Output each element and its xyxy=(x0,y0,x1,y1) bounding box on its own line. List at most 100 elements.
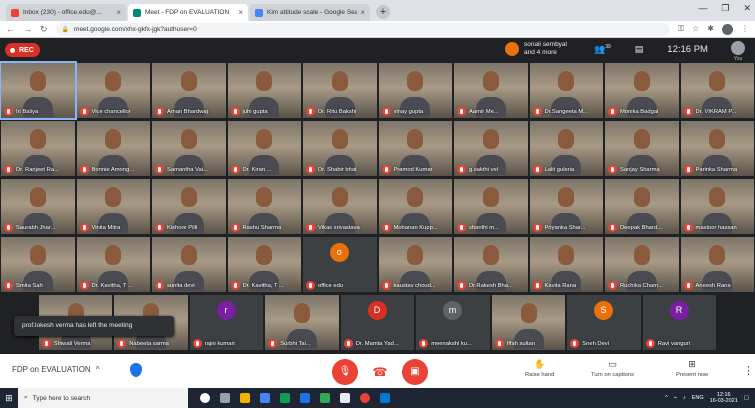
store-icon[interactable] xyxy=(260,393,270,403)
participant-tile[interactable]: Pramod Kumar xyxy=(378,121,452,176)
close-icon[interactable]: × xyxy=(238,8,243,17)
participant-tile[interactable]: Dr. Kiran ... xyxy=(227,121,301,176)
forward-icon[interactable]: → xyxy=(23,24,32,34)
windows-start-icon[interactable]: ⊞ xyxy=(0,393,18,404)
participant-tile[interactable]: sunita devi xyxy=(152,237,226,292)
participant-tile[interactable]: Sanjay Sharma xyxy=(605,121,679,176)
participant-tile[interactable]: Dr.Sangeeta M... xyxy=(529,63,603,118)
participant-tile[interactable]: Ruchika Cham... xyxy=(605,237,679,292)
menu-icon[interactable]: ⋮ xyxy=(741,24,749,35)
participant-tile[interactable]: Priyanka Shar... xyxy=(529,179,603,234)
profile-avatar[interactable] xyxy=(722,23,733,35)
app-icon[interactable] xyxy=(340,393,350,403)
file-explorer-icon[interactable] xyxy=(240,393,250,403)
participant-tile[interactable]: Deepak Bhard... xyxy=(605,179,679,234)
participant-tile[interactable]: Bonnie Among... xyxy=(76,121,150,176)
participant-tile[interactable]: Aamir Me... xyxy=(454,63,528,118)
participant-tile[interactable]: Monika Badgal xyxy=(605,63,679,118)
participant-tile[interactable]: D Dr. Mamta Yad... xyxy=(340,295,415,350)
chat-icon[interactable]: ▤ xyxy=(635,44,644,55)
participant-tile[interactable]: Kavita Rana xyxy=(529,237,603,292)
back-icon[interactable]: ← xyxy=(6,24,15,34)
participant-tile[interactable]: Vikas srivastava xyxy=(303,179,377,234)
participant-tile[interactable]: Dr. VIKRAM P... xyxy=(680,63,754,118)
participant-video-head xyxy=(709,128,726,149)
participant-tile[interactable]: r rajni kumari xyxy=(189,295,264,350)
participant-tile[interactable]: Saurabh Jhar... xyxy=(1,179,75,234)
more-options-icon[interactable]: ⋮ xyxy=(743,364,754,377)
captions-button[interactable]: ▭ Turn on captions xyxy=(591,359,634,378)
mic-off-button[interactable]: 🎙 xyxy=(332,359,358,385)
reload-icon[interactable]: ↻ xyxy=(40,24,48,35)
participant-tile[interactable]: mastoor hassan xyxy=(680,179,754,234)
chevron-up-icon[interactable]: ^ xyxy=(665,395,668,401)
participant-tile[interactable]: kaustav choud... xyxy=(378,237,452,292)
participant-tile[interactable]: Vinita Mitra xyxy=(76,179,150,234)
participant-tile[interactable]: Dr. Kavitha, T ... xyxy=(227,237,301,292)
participant-tile[interactable]: Iffah sultan xyxy=(491,295,566,350)
chrome-icon[interactable] xyxy=(360,393,370,403)
taskbar-search[interactable]: ⌕ Type here to search xyxy=(18,388,188,408)
participant-tile[interactable]: Dr.Rakesh Bha... xyxy=(454,237,528,292)
network-icon[interactable]: ⌁ xyxy=(674,395,677,401)
close-window-icon[interactable]: ✕ xyxy=(743,3,751,14)
tab-google-search[interactable]: Kim attitude scale - Google Sea... × xyxy=(250,4,370,21)
language-indicator[interactable]: ENG xyxy=(692,395,704,401)
key-icon[interactable]: ⚿ xyxy=(678,24,684,35)
participant-tile[interactable]: Mohanan Kupp... xyxy=(378,179,452,234)
participant-tile[interactable]: S Sneh Devi xyxy=(567,295,641,350)
participant-tile[interactable]: g.sakthi vel xyxy=(454,121,528,176)
participant-name: Priyanka Shar... xyxy=(544,224,586,231)
star-icon[interactable]: ☆ xyxy=(692,24,699,35)
self-view[interactable]: You xyxy=(729,41,747,62)
meeting-details[interactable]: FDP on EVALUATION ^ xyxy=(12,365,99,374)
word-icon[interactable] xyxy=(300,393,310,403)
participant-tile[interactable]: m meenakshi ku... xyxy=(416,295,490,350)
participant-tile[interactable]: o office edu xyxy=(303,237,377,292)
participant-tile[interactable]: juhi gupta xyxy=(227,63,301,118)
cortana-icon[interactable] xyxy=(200,393,210,403)
edge-icon[interactable] xyxy=(320,393,330,403)
close-icon[interactable]: × xyxy=(116,8,121,17)
participant-tile[interactable]: Iri Baliya xyxy=(0,61,77,120)
raise-hand-button[interactable]: ✋ Raise hand xyxy=(525,359,554,378)
participant-tile[interactable]: Lalit guleria xyxy=(529,121,603,176)
participant-tile[interactable]: Smita Sah xyxy=(1,237,75,292)
url-field[interactable]: 🔒 meet.google.com/xhx-gkfx-jgk?authuser=… xyxy=(55,22,671,36)
participant-tile[interactable]: Dr. Kavitha, T ... xyxy=(76,237,150,292)
minimize-icon[interactable]: — xyxy=(698,3,707,14)
camera-off-button[interactable]: ▣ xyxy=(402,359,428,385)
participant-tile[interactable]: Dr. Ritu Bakshi xyxy=(303,63,377,118)
participant-tile[interactable]: Aneesh Rana xyxy=(680,237,754,292)
participant-tile[interactable]: Samantha Vai... xyxy=(152,121,226,176)
tab-inbox[interactable]: Inbox (230) - office.edu@... × xyxy=(6,4,126,21)
present-button[interactable]: ⊞ Present now xyxy=(676,359,708,378)
participant-video-head xyxy=(29,70,46,91)
participant-tile[interactable]: Surbhi Tai... xyxy=(265,295,339,350)
new-tab-button[interactable]: + xyxy=(376,5,390,19)
participant-tile[interactable]: Kishore Pilli xyxy=(152,179,226,234)
mail-icon[interactable] xyxy=(380,393,390,403)
taskbar-clock[interactable]: 12:16 16-03-2021 xyxy=(710,392,738,404)
volume-icon[interactable]: ♪ xyxy=(683,395,686,401)
close-icon[interactable]: × xyxy=(360,8,365,17)
participant-tile[interactable]: Aman Bhardwaj xyxy=(152,63,226,118)
leave-call-button[interactable]: ☎ xyxy=(367,359,393,385)
notification-icon[interactable]: ▢ xyxy=(744,395,749,401)
participant-tile[interactable]: R Ravi vanguri xyxy=(642,295,717,350)
task-view-icon[interactable] xyxy=(220,393,230,403)
participant-tile[interactable]: Dr. Ranjeet Ra... xyxy=(1,121,75,176)
participant-tile[interactable]: shanthi m... xyxy=(454,179,528,234)
people-icon[interactable]: 👥39 xyxy=(594,44,611,55)
teams-icon[interactable] xyxy=(280,393,290,403)
participant-tile[interactable]: Rashu Sharma xyxy=(227,179,301,234)
shield-icon[interactable] xyxy=(130,363,142,377)
presenter-info[interactable]: sonali sembyal and 4 more xyxy=(505,41,567,57)
participant-tile[interactable]: vinay gupta xyxy=(378,63,452,118)
extension-icon[interactable]: ✱ xyxy=(707,24,714,35)
participant-tile[interactable]: Vice chancellor xyxy=(76,63,150,118)
participant-tile[interactable]: Parinka Sharma xyxy=(680,121,754,176)
maximize-icon[interactable]: ❐ xyxy=(721,3,729,14)
tab-meet[interactable]: Meet - FDP on EVALUATION × xyxy=(128,4,248,21)
participant-tile[interactable]: Dr. Shabir bhat xyxy=(303,121,377,176)
